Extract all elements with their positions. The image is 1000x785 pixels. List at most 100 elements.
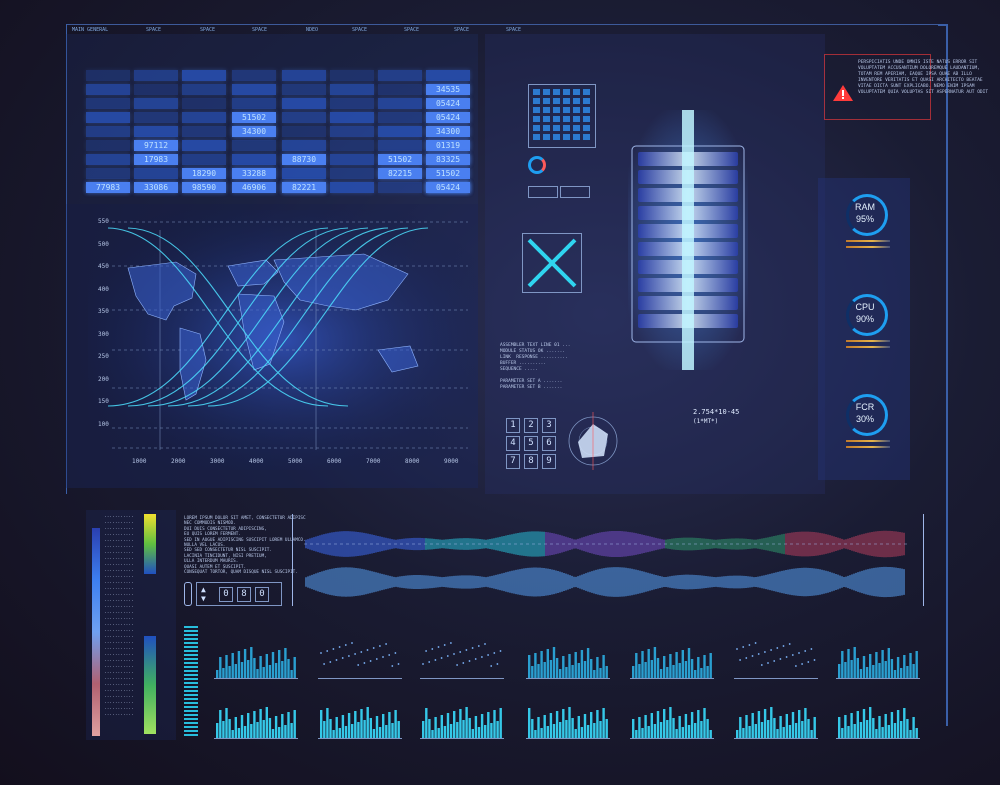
grid-value-cell: 34300: [232, 126, 276, 137]
mini-chart-bar: [262, 667, 265, 678]
mini-chart-bar: [884, 661, 887, 678]
mini-chart-bar: [757, 711, 761, 738]
mini-chart-bar: [281, 661, 284, 678]
mini-chart-point: [499, 650, 502, 652]
mini-chart-svg: [838, 707, 918, 738]
mini-chart-bar: [434, 717, 437, 738]
mini-chart-bar: [779, 716, 782, 738]
keypad-key[interactable]: 1: [506, 418, 520, 433]
mini-chart-bar: [748, 726, 751, 738]
mini-chart-bar: [237, 651, 241, 678]
mini-chart-bar: [653, 724, 657, 738]
mini-chart-bar: [253, 711, 256, 738]
tab-2[interactable]: SPACE: [200, 27, 215, 33]
mini-chart-bar: [534, 653, 537, 678]
tab-6[interactable]: SPACE: [404, 27, 419, 33]
mini-chart-bar: [586, 648, 590, 678]
mini-chart-bar: [490, 723, 493, 738]
stepper-arrows[interactable]: ▲ ▼: [201, 585, 206, 603]
tab-3[interactable]: SPACE: [252, 27, 267, 33]
mini-chart-bar: [546, 726, 549, 738]
mini-chart-bar: [647, 649, 650, 678]
mini-chart-bar: [681, 727, 684, 738]
mini-chart-svg: [632, 647, 712, 678]
mini-chart-bar: [256, 669, 259, 678]
mini-chart-bar: [344, 726, 348, 738]
gauge-bar: [846, 440, 890, 442]
mini-chart-bar: [632, 719, 635, 738]
mini-chart-bar: [599, 668, 602, 678]
close-x-icon[interactable]: [522, 233, 582, 293]
keypad-key[interactable]: 3: [542, 418, 556, 433]
grid-cell: [182, 70, 226, 81]
mini-chart-bar: [653, 647, 657, 678]
mini-chart-point: [757, 653, 760, 655]
mini-chart-bar: [669, 654, 672, 678]
code-line: CONSEQUAT TORTOR, QUAM DISQUE NISL SUSCI…: [184, 570, 298, 575]
mini-chart-bar: [568, 654, 571, 678]
tab-7[interactable]: SPACE: [454, 27, 469, 33]
grid-cell: [134, 126, 178, 137]
grid-cell: [330, 98, 374, 109]
gauge-bar: [846, 246, 890, 248]
grid-cell: [330, 84, 374, 95]
chip-cell: [583, 98, 590, 104]
tab-5[interactable]: SPACE: [352, 27, 367, 33]
mini-chart-bar: [915, 728, 918, 738]
mini-chart-point: [440, 657, 443, 659]
mini-chart-bar: [338, 728, 341, 738]
tab-0[interactable]: MAIN GENERAL: [72, 27, 108, 33]
mini-chart-point: [354, 653, 356, 655]
tab-4[interactable]: NDEO: [306, 27, 318, 33]
mini-chart-point: [474, 658, 477, 660]
y-tick-label: 200: [98, 375, 109, 383]
mini-chart-point: [736, 648, 738, 650]
keypad-key[interactable]: 2: [524, 418, 538, 433]
mini-chart-point: [742, 646, 745, 648]
mini-chart-bar: [571, 665, 574, 678]
grid-cell: [232, 154, 276, 165]
mini-chart-point: [484, 643, 486, 645]
chip-cell: [543, 125, 550, 131]
grid-cell: [86, 154, 130, 165]
gauge-label: RAM: [855, 202, 875, 212]
mini-toggle-a[interactable]: [528, 186, 558, 198]
mini-chart-bar: [602, 655, 605, 678]
chip-cell: [563, 107, 570, 113]
mini-chart-bar: [785, 714, 788, 738]
mini-chart-bar: [228, 666, 231, 678]
tab-8[interactable]: SPACE: [506, 27, 521, 33]
mini-chart-bar: [559, 669, 562, 678]
keypad-key[interactable]: 7: [506, 454, 520, 469]
stepper[interactable]: ▲ ▼ 080: [196, 582, 282, 606]
grid-value-cell: 82221: [282, 182, 326, 193]
grid-cell: [378, 98, 422, 109]
grid-cell: [86, 112, 130, 123]
mini-chart-bar: [706, 666, 709, 678]
mini-chart-point: [465, 649, 468, 651]
grid-cell: [86, 126, 130, 137]
mini-toggle-b[interactable]: [560, 186, 590, 198]
mini-chart-point: [496, 663, 499, 665]
mini-chart-bar: [354, 711, 357, 738]
grid-cell: [232, 140, 276, 151]
grid-value-cell: 46906: [232, 182, 276, 193]
mini-chart-bar: [844, 715, 847, 738]
mini-chart-bar: [844, 662, 847, 678]
keypad-key[interactable]: 4: [506, 436, 520, 451]
mini-chart-bar: [656, 711, 660, 738]
keypad-key[interactable]: 6: [542, 436, 556, 451]
mini-chart: [214, 700, 298, 739]
grid-cell: [182, 98, 226, 109]
keypad-key[interactable]: 9: [542, 454, 556, 469]
x-tick-label: 3000: [210, 458, 225, 465]
mini-chart-bar: [887, 725, 890, 738]
y-tick-label: 350: [98, 308, 109, 315]
mini-chart-bar: [216, 670, 219, 678]
tab-1[interactable]: SPACE: [146, 27, 161, 33]
keypad-key[interactable]: 8: [524, 454, 538, 469]
mini-chart-point: [320, 652, 322, 654]
mini-chart-bar: [632, 666, 635, 678]
mini-chart-bar: [644, 662, 647, 678]
keypad-key[interactable]: 5: [524, 436, 538, 451]
